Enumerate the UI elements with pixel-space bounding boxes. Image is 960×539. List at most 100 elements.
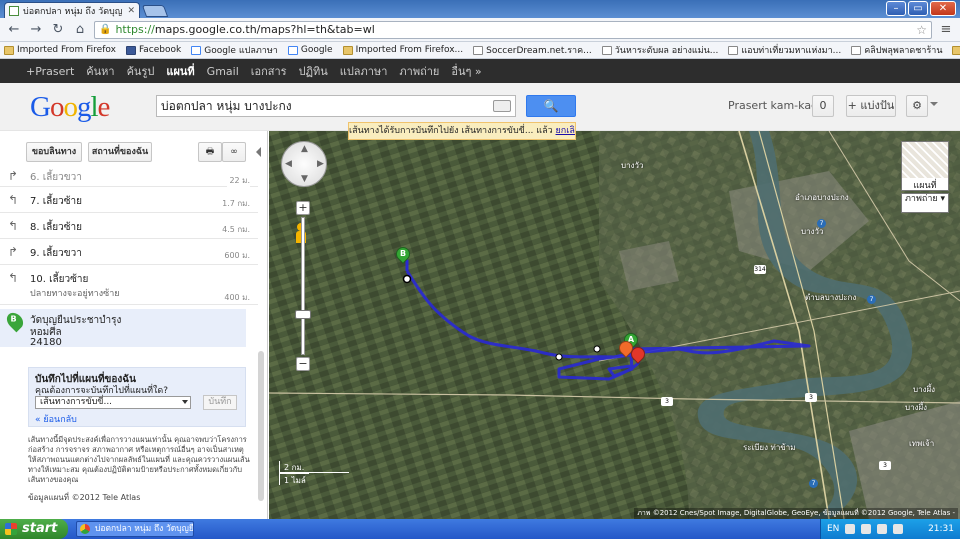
bookmark-item[interactable]: Imported From Firefox... [342,45,463,55]
bookmark-item[interactable]: Imported From Firefox [4,45,116,55]
close-window-button[interactable]: ✕ [930,1,956,16]
gbar-link[interactable]: ค้นหา [86,62,114,80]
pan-up-icon[interactable]: ▲ [301,144,308,154]
volume-icon[interactable] [877,524,888,534]
search-button[interactable]: 🔍 [526,95,576,117]
print-icon[interactable]: 🖶 [198,142,222,162]
map-data-copyright: ข้อมูลแผนที่ ©2012 Tele Atlas [28,493,141,502]
destination-card[interactable]: B วัดบุญยืนประชาบำรุง หอมศีล 24180 [0,309,246,348]
bookmark-item[interactable]: Google แปลภาษา [191,43,278,57]
direction-step[interactable]: ↱ 9. เลี้ยวขวา 600 ม. [0,239,258,265]
zoom-out-button[interactable]: − [296,357,310,371]
map-select[interactable]: เส้นทางการขับขี่... [35,396,191,409]
maximize-button[interactable]: ▭ [908,1,928,16]
address-bar[interactable]: 🔒 https://maps.google.co.th/maps?hl=th&t… [94,20,932,39]
save-button[interactable]: บันทึก [203,395,237,410]
reload-icon[interactable]: ↻ [50,22,66,38]
language-indicator[interactable]: EN [827,524,839,534]
close-tab-icon[interactable]: ✕ [127,6,135,16]
route-shield: 3 [661,397,673,406]
step-text: 8. เลี้ยวซ้าย [30,222,83,233]
maps-favicon-icon [9,5,19,16]
link-icon[interactable]: ∞ [222,142,246,162]
bookmark-item[interactable]: Facebook [125,45,181,55]
other-bookmarks[interactable]: Other bookmarks [952,45,960,55]
home-icon[interactable]: ⌂ [72,22,88,38]
settings-gear-icon[interactable]: ⚙ [906,95,928,117]
pan-left-icon[interactable]: ◀ [285,159,292,169]
satellite-map[interactable]: บางวัว อำเภอบางปะกง บางวัว ตำบลบางปะกง บ… [269,131,960,519]
map-label: ระเบียง ท่าข้าม [743,443,796,452]
gbar-link[interactable]: ค้นรูป [127,62,155,80]
system-tray: EN 21:31 [820,519,960,539]
chevron-down-icon[interactable] [930,102,938,106]
zoom-in-button[interactable]: + [296,201,310,215]
step-text: 9. เลี้ยวขวา [30,248,82,259]
step-distance: 400 ม. [222,291,250,304]
direction-step[interactable]: ↰ 10. เลี้ยวซ้าย ปลายทางจะอยู่ทางซ้าย 400 ม… [0,265,258,305]
taskbar-chrome-item[interactable]: บ่อตกปลา หนุ่ม ถึง วัดบุญยืนประ... [76,521,194,537]
minimize-button[interactable]: – [886,1,906,16]
collapse-panel-icon[interactable] [256,147,261,157]
notification-count[interactable]: 0 [812,95,834,117]
bookmark-star-icon[interactable]: ☆ [916,23,927,37]
satellite-view-label: ภาพถ่าย [904,194,938,204]
search-input[interactable]: บ่อตกปลา หนุ่ม บางปะกง [156,95,516,117]
map-view-button[interactable]: แผนที่ [901,141,949,191]
zoom-slider-handle[interactable] [295,310,311,319]
folder-icon [952,45,960,55]
save-to-my-maps: บันทึกไปที่แผนที่ของฉัน คุณต้องการจะบันท… [28,367,246,427]
bookmark-item[interactable]: SoccerDream.net.ราค... [473,43,592,57]
gbar-link[interactable]: ปฏิทิน [299,62,328,80]
zoom-slider-track[interactable] [301,217,305,355]
page-icon [728,45,739,55]
step-text: 6. เลี้ยวขวา [30,172,82,183]
bookmark-item[interactable]: แอบท่าเที่ยวมหาแห่งมา... [728,43,841,57]
pan-right-icon[interactable]: ▶ [317,159,324,169]
gbar-link[interactable]: แผนที่ [166,62,194,80]
gbar-link[interactable]: Gmail [207,65,239,78]
turn-left-icon: ↰ [8,271,19,285]
back-link[interactable]: « ย้อนกลับ [35,412,77,426]
satellite-view-button[interactable]: ภาพถ่าย ▾ [901,193,949,213]
url-path: maps.google.co.th/maps?hl=th&tab=wl [154,23,375,36]
bookmark-item[interactable]: Google [287,45,333,55]
route-shield: 314 [754,265,766,274]
panel-scrollbar[interactable] [258,351,264,501]
bookmark-label: SoccerDream.net.ราค... [486,46,592,56]
pan-control[interactable]: ▲ ▼ ◀ ▶ [281,141,327,187]
chrome-icon [80,524,90,534]
direction-step[interactable]: ↰ 7. เลี้ยวซ้าย 1.7 กม. [0,187,258,213]
window-controls: – ▭ ✕ [886,1,956,16]
network-icon[interactable] [893,524,904,534]
gbar-link[interactable]: แปลภาษา [340,62,388,80]
pan-down-icon[interactable]: ▼ [301,174,308,184]
tray-icon[interactable] [861,524,872,534]
wrench-menu-icon[interactable]: ≡ [938,22,954,38]
keyboard-icon[interactable] [493,100,511,112]
direction-step[interactable]: ↰ 8. เลี้ยวซ้าย 4.5 กม. [0,213,258,239]
gbar-link[interactable]: ภาพถ่าย [399,62,439,80]
windows-flag-icon [5,523,17,535]
step-text: 7. เลี้ยวซ้าย [30,196,83,207]
back-icon[interactable]: ← [6,22,22,38]
new-tab-button[interactable] [141,5,169,17]
undo-link[interactable]: ยกเลิกแก้ [556,126,575,136]
gbar-link[interactable]: +Prasert [26,65,74,78]
bookmark-label: Google [300,45,333,55]
google-logo[interactable]: Google [30,91,110,124]
bookmark-item[interactable]: วันหาระดับผล อย่างแม่น... [601,43,718,57]
notice-text: เส้นทางได้รับการบันทึกไปยัง เส้นทางการขั… [349,126,553,136]
tray-icon[interactable] [845,524,856,534]
browser-tab[interactable]: บ่อตกปลา หนุ่ม ถึง วัดบุญยืนประชาบำรุ ✕ [4,2,140,18]
forward-icon[interactable]: → [28,22,44,38]
start-button[interactable]: start [0,519,68,539]
gbar-link[interactable]: เอกสาร [251,62,287,80]
my-places-button[interactable]: สถานที่ของฉัน [88,142,152,162]
get-directions-button[interactable]: ขอบลินทาง [26,142,82,162]
gbar-link[interactable]: อื่นๆ » [451,62,481,80]
lock-icon: 🔒 [99,24,112,35]
share-button[interactable]: + แบ่งปัน [846,95,896,117]
bookmark-item[interactable]: คลิปพลุพลาดชาร้าน [851,43,942,57]
direction-step[interactable]: ↱ 6. เลี้ยวขวา 22 ม. [0,169,258,187]
